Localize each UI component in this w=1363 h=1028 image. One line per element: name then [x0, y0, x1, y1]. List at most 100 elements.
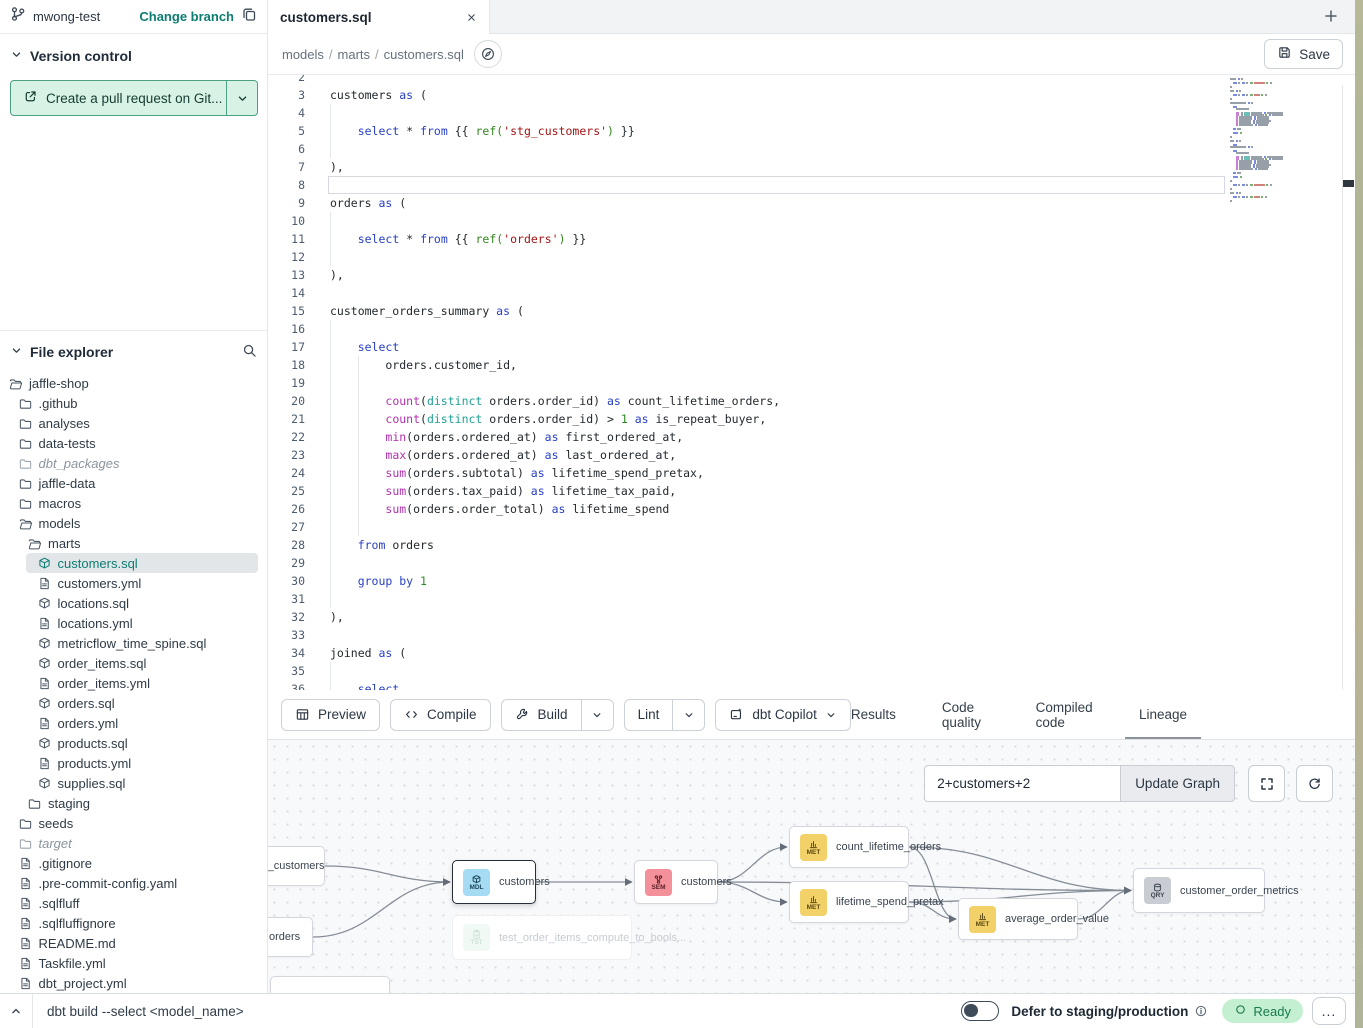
- command-input[interactable]: dbt build --select <model_name>: [47, 1004, 244, 1019]
- create-pr-button[interactable]: Create a pull request on Git...: [10, 80, 258, 116]
- code-line-32[interactable]: 32),: [268, 608, 1355, 626]
- lineage-canvas[interactable]: Update Graph stg_customersorders MDLcusto…: [268, 740, 1355, 993]
- code-line-33[interactable]: 33: [268, 626, 1355, 644]
- code-line-15[interactable]: 15customer_orders_summary as (: [268, 302, 1355, 320]
- file-tree-item-jaffle-data[interactable]: jaffle-data: [0, 473, 267, 493]
- file-tree-item-products-sql[interactable]: products.sql: [0, 733, 267, 753]
- lineage-node-orders[interactable]: orders: [268, 917, 313, 957]
- code-line-12[interactable]: 12: [268, 248, 1355, 266]
- code-line-10[interactable]: 10: [268, 212, 1355, 230]
- code-line-2[interactable]: 2: [268, 75, 1355, 86]
- code-line-18[interactable]: 18 orders.customer_id,: [268, 356, 1355, 374]
- compile-button[interactable]: Compile: [390, 699, 491, 731]
- code-line-26[interactable]: 26 sum(orders.order_total) as lifetime_s…: [268, 500, 1355, 518]
- new-tab-button[interactable]: [1323, 8, 1339, 29]
- panel-tab-code-quality[interactable]: Code quality: [942, 690, 990, 739]
- code-line-23[interactable]: 23 max(orders.ordered_at) as last_ordere…: [268, 446, 1355, 464]
- code-line-5[interactable]: 5 select * from {{ ref('stg_customers') …: [268, 122, 1355, 140]
- file-tree-item-seeds[interactable]: seeds: [0, 813, 267, 833]
- code-line-19[interactable]: 19: [268, 374, 1355, 392]
- breadcrumb-item[interactable]: marts: [338, 47, 371, 62]
- file-tree-item-taskfile-yml[interactable]: Taskfile.yml: [0, 953, 267, 973]
- file-tree-item-order-items-yml[interactable]: order_items.yml: [0, 673, 267, 693]
- file-tree-item-customers-yml[interactable]: customers.yml: [0, 573, 267, 593]
- file-tree-item-analyses[interactable]: analyses: [0, 413, 267, 433]
- file-tree-item-locations-yml[interactable]: locations.yml: [0, 613, 267, 633]
- file-tree-item-target[interactable]: target: [0, 833, 267, 853]
- file-tree-item-order-items-sql[interactable]: order_items.sql: [0, 653, 267, 673]
- change-branch-link[interactable]: Change branch: [139, 9, 234, 24]
- lineage-node-test-order-items-compute-to-bools-[interactable]: TSTtest_order_items_compute_to_bools...: [452, 915, 632, 960]
- code-line-24[interactable]: 24 sum(orders.subtotal) as lifetime_spen…: [268, 464, 1355, 482]
- file-tree-item-readme-md[interactable]: README.md: [0, 933, 267, 953]
- file-tree-item-metricflow-time-spine-sql[interactable]: metricflow_time_spine.sql: [0, 633, 267, 653]
- lineage-node-customer-order-metrics[interactable]: QRYcustomer_order_metrics: [1133, 868, 1265, 913]
- dbt-copilot-button[interactable]: dbt Copilot: [715, 699, 851, 731]
- code-line-14[interactable]: 14: [268, 284, 1355, 302]
- code-line-6[interactable]: 6: [268, 140, 1355, 158]
- file-tree-item-orders-sql[interactable]: orders.sql: [0, 693, 267, 713]
- file-tree-item-supplies-sql[interactable]: supplies.sql: [0, 773, 267, 793]
- code-line-9[interactable]: 9orders as (: [268, 194, 1355, 212]
- breadcrumb-item[interactable]: models: [282, 47, 324, 62]
- code-line-30[interactable]: 30 group by 1: [268, 572, 1355, 590]
- copy-icon[interactable]: [241, 6, 257, 27]
- lineage-node-lifetime-spend-pretax[interactable]: METlifetime_spend_pretax: [789, 881, 909, 923]
- code-line-34[interactable]: 34joined as (: [268, 644, 1355, 662]
- open-in-explorer-button[interactable]: [474, 40, 502, 68]
- preview-button[interactable]: Preview: [281, 699, 380, 731]
- update-graph-button[interactable]: Update Graph: [1120, 765, 1235, 802]
- code-line-27[interactable]: 27: [268, 518, 1355, 536]
- file-tree-item-macros[interactable]: macros: [0, 493, 267, 513]
- code-line-22[interactable]: 22 min(orders.ordered_at) as first_order…: [268, 428, 1355, 446]
- pr-dropdown-chevron[interactable]: [226, 81, 257, 115]
- file-tree-item-dbt-project-yml[interactable]: dbt_project.yml: [0, 973, 267, 993]
- refresh-graph-button[interactable]: [1296, 765, 1333, 802]
- lint-button[interactable]: Lint: [624, 699, 674, 731]
- close-tab-icon[interactable]: [466, 12, 477, 23]
- file-tree-item-dbt-packages[interactable]: dbt_packages: [0, 453, 267, 473]
- panel-tab-results[interactable]: Results: [851, 690, 896, 739]
- code-line-13[interactable]: 13),: [268, 266, 1355, 284]
- lineage-node-stg-customers[interactable]: stg_customers: [268, 846, 325, 886]
- defer-toggle[interactable]: [961, 1001, 999, 1021]
- code-line-17[interactable]: 17 select: [268, 338, 1355, 356]
- version-control-header[interactable]: Version control: [10, 48, 257, 64]
- lineage-node-customers[interactable]: MDLcustomers: [452, 860, 536, 904]
- build-dropdown-chevron[interactable]: [582, 699, 614, 731]
- code-line-4[interactable]: 4: [268, 104, 1355, 122]
- code-editor[interactable]: 23customers as (45 select * from {{ ref(…: [268, 75, 1355, 690]
- panel-tab-lineage[interactable]: Lineage: [1139, 690, 1187, 739]
- code-line-16[interactable]: 16: [268, 320, 1355, 338]
- save-button[interactable]: Save: [1264, 39, 1343, 69]
- info-icon[interactable]: [1194, 1004, 1208, 1018]
- code-line-3[interactable]: 3customers as (: [268, 86, 1355, 104]
- code-line-7[interactable]: 7),: [268, 158, 1355, 176]
- build-button[interactable]: Build: [501, 699, 582, 731]
- file-tree-item-customers-sql[interactable]: customers.sql: [0, 553, 267, 573]
- file-tree-item-locations-sql[interactable]: locations.sql: [0, 593, 267, 613]
- file-tree-item--sqlfluff[interactable]: .sqlfluff: [0, 893, 267, 913]
- file-tree-item-marts[interactable]: marts: [0, 533, 267, 553]
- code-line-28[interactable]: 28 from orders: [268, 536, 1355, 554]
- file-tree-item-orders-yml[interactable]: orders.yml: [0, 713, 267, 733]
- file-tree-item--pre-commit-config-yaml[interactable]: .pre-commit-config.yaml: [0, 873, 267, 893]
- panel-tab-compiled-code[interactable]: Compiled code: [1036, 690, 1093, 739]
- code-line-20[interactable]: 20 count(distinct orders.order_id) as co…: [268, 392, 1355, 410]
- code-line-31[interactable]: 31: [268, 590, 1355, 608]
- file-tree-item--gitignore[interactable]: .gitignore: [0, 853, 267, 873]
- collapse-command-bar-button[interactable]: [0, 994, 33, 1028]
- code-line-36[interactable]: 36 select: [268, 680, 1355, 690]
- lineage-selector-input[interactable]: [924, 765, 1120, 802]
- code-line-29[interactable]: 29: [268, 554, 1355, 572]
- file-tree-item--sqlfluffignore[interactable]: .sqlfluffignore: [0, 913, 267, 933]
- file-tree-item-jaffle-shop[interactable]: jaffle-shop: [0, 373, 267, 393]
- lineage-node-partial[interactable]: [270, 976, 390, 993]
- file-tree-item-products-yml[interactable]: products.yml: [0, 753, 267, 773]
- file-tree-item-models[interactable]: models: [0, 513, 267, 533]
- code-line-25[interactable]: 25 sum(orders.tax_paid) as lifetime_tax_…: [268, 482, 1355, 500]
- file-tree-item--github[interactable]: .github: [0, 393, 267, 413]
- search-icon[interactable]: [242, 343, 257, 361]
- lineage-node-average-order-value[interactable]: METaverage_order_value: [958, 898, 1078, 940]
- fullscreen-button[interactable]: [1248, 765, 1285, 802]
